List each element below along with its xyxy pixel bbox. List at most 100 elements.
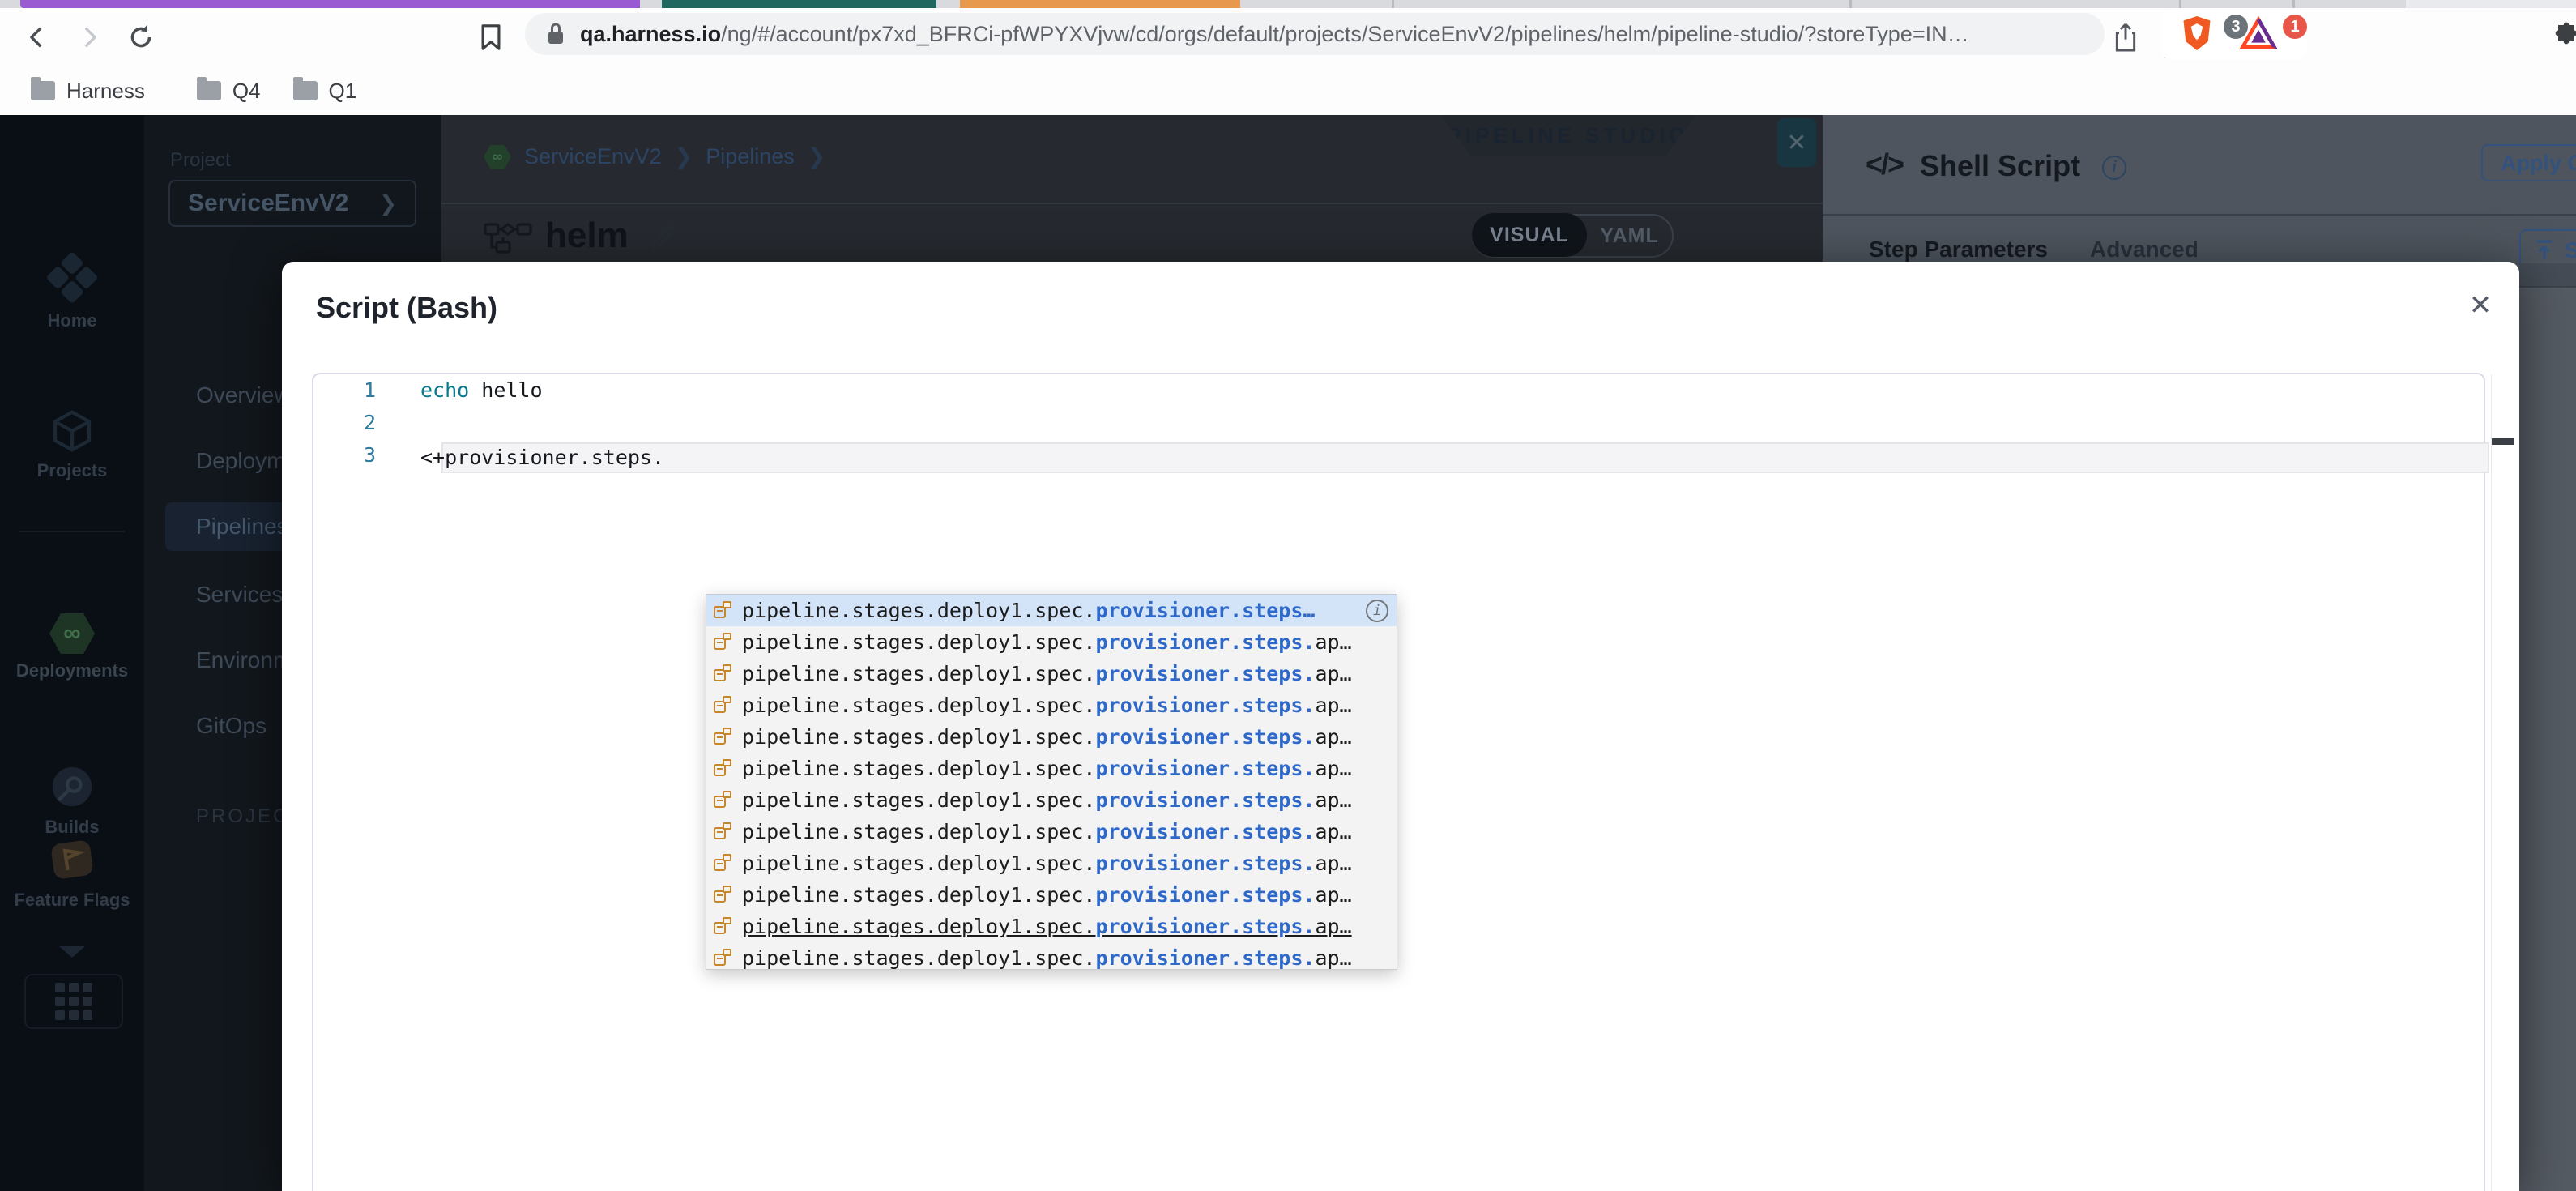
tab-separator	[2292, 0, 2295, 8]
pipeline-name: helm	[545, 216, 629, 255]
field-icon	[713, 600, 732, 621]
bat-rewards-icon[interactable]	[2236, 11, 2281, 57]
visual-yaml-toggle[interactable]: VISUAL YAML	[1472, 213, 1674, 258]
panel-body	[2519, 288, 2576, 1191]
lock-icon	[546, 22, 565, 46]
field-icon	[713, 664, 732, 684]
folder-icon	[196, 77, 221, 100]
suggestion-text: pipeline.stages.deploy1.spec.provisioner…	[742, 820, 1352, 843]
sidebar-item-projects[interactable]: Projects	[0, 408, 144, 481]
extensions-puzzle-icon[interactable]	[2544, 15, 2576, 60]
suggestion-item[interactable]: pipeline.stages.deploy1.spec.provisioner…	[706, 911, 1397, 942]
line-number: 1	[363, 378, 376, 402]
share-icon[interactable]	[2103, 15, 2148, 60]
suggestion-text: pipeline.stages.deploy1.spec.provisioner…	[742, 630, 1352, 654]
expression-highlight-band	[441, 442, 2489, 473]
suggestion-item[interactable]: pipeline.stages.deploy1.spec.provisioner…	[706, 942, 1397, 970]
modal-title: Script (Bash)	[316, 291, 498, 324]
back-button[interactable]	[15, 15, 60, 60]
sidebar-item-home[interactable]: Home	[0, 251, 144, 331]
suggestion-item[interactable]: pipeline.stages.deploy1.spec.provisioner…	[706, 784, 1397, 816]
upload-icon	[2536, 240, 2553, 259]
breadcrumb-project[interactable]: ServiceEnvV2	[524, 144, 662, 169]
tab-group-teal	[662, 0, 936, 8]
suggestion-item[interactable]: pipeline.stages.deploy1.spec.provisioner…	[706, 753, 1397, 784]
folder-icon	[31, 77, 55, 100]
suggestion-text: pipeline.stages.deploy1.spec.provisioner…	[742, 852, 1352, 875]
browser-toolbar: qa.harness.io/ng/#/account/px7xd_BFRCi-p…	[0, 8, 2576, 66]
bookmark-folder-q1[interactable]: Q1	[292, 77, 356, 104]
suggestion-text: pipeline.stages.deploy1.spec.provisioner…	[742, 725, 1352, 749]
builds-icon	[52, 766, 92, 807]
url-path: /ng/#/account/px7xd_BFRCi-pfWPYXVjvw/cd/…	[721, 21, 1969, 46]
sidebar-item-deployments[interactable]: ∞ Deployments	[0, 613, 144, 681]
tab-separator	[1392, 0, 1394, 8]
chevron-right-icon: ❯	[674, 144, 693, 169]
sidebar-item-builds[interactable]: Builds	[0, 763, 144, 838]
bookmark-label: Q4	[232, 78, 261, 103]
bookmark-folder-harness[interactable]: Harness	[31, 77, 145, 104]
toggle-visual[interactable]: VISUAL	[1472, 213, 1587, 257]
toggle-yaml[interactable]: YAML	[1587, 224, 1672, 248]
field-icon	[713, 916, 732, 937]
suggestion-text: pipeline.stages.deploy1.spec.provisioner…	[742, 915, 1352, 938]
suggestion-item[interactable]: pipeline.stages.deploy1.spec.provisioner…	[706, 816, 1397, 847]
module-picker-button[interactable]	[24, 974, 123, 1029]
code-editor[interactable]: 1 2 3 echo hello <+provisioner.steps. pi…	[312, 373, 2514, 1191]
line-number: 2	[363, 411, 376, 434]
suggestion-item[interactable]: pipeline.stages.deploy1.spec.provisioner…	[706, 847, 1397, 879]
pipeline-title-row: helm VISUAL YAML	[441, 204, 1823, 263]
brave-shield-icon[interactable]	[2174, 11, 2220, 57]
overview-ruler	[2491, 374, 2492, 1191]
deployments-icon: ∞	[49, 613, 95, 654]
suggestion-item[interactable]: pipeline.stages.deploy1.spec.provisioner…	[706, 689, 1397, 721]
apply-changes-button[interactable]: Apply Changes	[2481, 144, 2576, 181]
suggestion-info-icon[interactable]: i	[1366, 599, 1388, 622]
suggestion-text: pipeline.stages.deploy1.spec.provisioner…	[742, 599, 1316, 622]
bookmark-flag-icon[interactable]	[468, 15, 514, 60]
project-selector[interactable]: ServiceEnvV2 ❯	[168, 180, 416, 227]
breadcrumb-pipelines[interactable]: Pipelines	[706, 144, 795, 169]
grid-icon	[55, 983, 92, 1020]
tab-separator	[2179, 0, 2181, 8]
suggestion-item[interactable]: pipeline.stages.deploy1.spec.provisioner…	[706, 626, 1397, 658]
sidebar-collapse-chevron[interactable]	[0, 941, 144, 961]
sidebar-divider	[19, 531, 125, 532]
sidebar-item-feature-flags[interactable]: Feature Flags	[0, 836, 144, 911]
overview-ruler-cursor-mark	[2492, 438, 2514, 445]
forward-button[interactable]	[66, 15, 112, 60]
sidebar-item-label: Deployments	[15, 660, 129, 681]
url-bar[interactable]: qa.harness.io/ng/#/account/px7xd_BFRCi-p…	[525, 13, 2105, 55]
tab-group-purple	[20, 0, 640, 8]
studio-close-button[interactable]: ✕	[1777, 118, 1816, 167]
suggestion-item[interactable]: pipeline.stages.deploy1.spec.provisioner…	[706, 879, 1397, 911]
rewards-badge: 1	[2283, 15, 2307, 39]
editor-code[interactable]: echo hello	[420, 374, 543, 439]
suggestion-item[interactable]: pipeline.stages.deploy1.spec.provisioner…	[706, 658, 1397, 689]
breadcrumb[interactable]: ∞ ServiceEnvV2 ❯ Pipelines ❯	[484, 144, 825, 169]
shell-script-icon: </>	[1866, 147, 1904, 181]
field-icon	[713, 885, 732, 905]
feature-flags-icon	[51, 840, 93, 879]
bookmark-folder-q4[interactable]: Q4	[196, 77, 261, 104]
suggestion-item[interactable]: pipeline.stages.deploy1.spec.provisioner…	[706, 721, 1397, 753]
suggestion-text: pipeline.stages.deploy1.spec.provisioner…	[742, 946, 1352, 970]
autocomplete-dropdown[interactable]: pipeline.stages.deploy1.spec.provisioner…	[706, 594, 1397, 970]
pipeline-graph-icon	[484, 223, 532, 254]
url-text: qa.harness.io/ng/#/account/px7xd_BFRCi-p…	[580, 22, 1969, 47]
info-icon[interactable]: i	[2102, 156, 2126, 180]
sidebar-item-label: Home	[47, 310, 97, 331]
tab-advanced[interactable]: Advanced	[2090, 237, 2199, 263]
bookmarks-bar: Harness Q4 Q1	[0, 66, 2576, 115]
panel-divider	[1823, 214, 2576, 216]
home-icon	[42, 249, 102, 309]
code-line-1: echo hello	[420, 374, 543, 407]
tab-step-parameters[interactable]: Step Parameters	[1869, 237, 2048, 263]
field-icon	[713, 632, 732, 652]
bookmark-label: Harness	[66, 78, 145, 103]
suggestion-item[interactable]: pipeline.stages.deploy1.spec.provisioner…	[706, 595, 1397, 626]
reload-button[interactable]	[118, 15, 164, 60]
modal-close-button[interactable]: ✕	[2463, 288, 2498, 323]
edit-pencil-icon[interactable]	[646, 222, 679, 254]
tab-separator	[1849, 0, 1852, 8]
